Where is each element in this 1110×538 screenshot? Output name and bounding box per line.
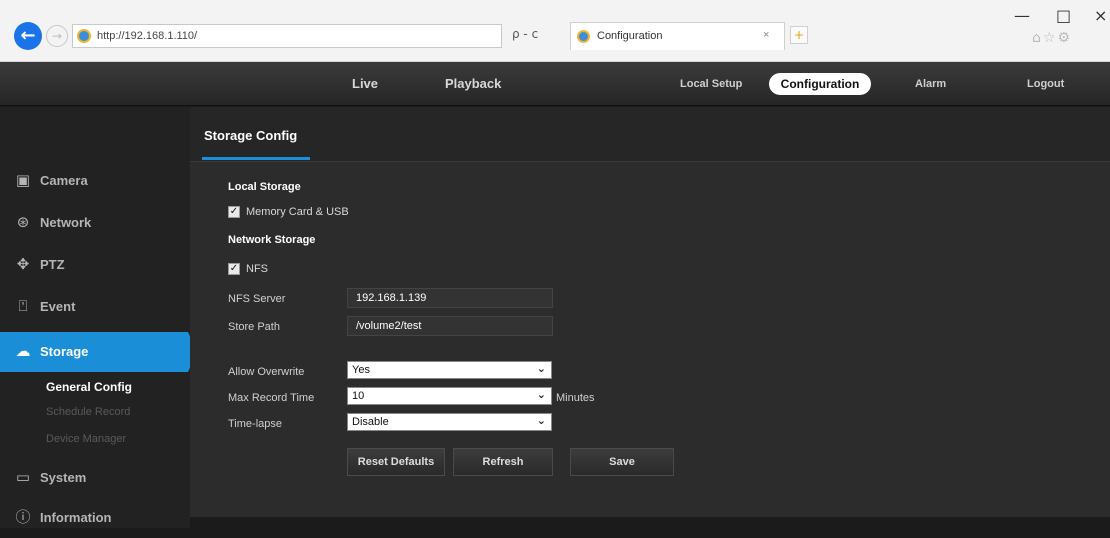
browser-logo-icon — [77, 29, 91, 43]
sidebar-item-network[interactable]: ⊛ Network — [0, 203, 190, 243]
store-path-field[interactable]: /volume2/test — [347, 316, 553, 336]
nav-local-setup[interactable]: Local Setup — [680, 78, 742, 90]
allow-overwrite-label: Allow Overwrite — [228, 366, 305, 378]
network-storage-heading: Network Storage — [228, 234, 316, 246]
max-record-time-select[interactable]: 10 ⌄ — [347, 387, 552, 405]
sidebar-item-label: Event — [40, 299, 76, 314]
event-icon: ⍞ — [18, 297, 28, 315]
memory-card-label: Memory Card & USB — [246, 206, 349, 218]
sidebar-item-camera[interactable]: ▣ Camera — [0, 161, 190, 201]
nfs-checkbox[interactable]: ✓ — [228, 263, 240, 275]
camera-icon: ▣ — [15, 171, 31, 189]
sidebar-sub-schedule-record[interactable]: Schedule Record — [46, 406, 130, 418]
sidebar-item-label: Storage — [40, 344, 89, 359]
top-navigation: Live Playback Local Setup Configuration … — [0, 62, 1110, 106]
sidebar-item-label: Information — [40, 510, 112, 525]
sidebar-item-label: Network — [40, 215, 92, 230]
timelapse-value: Disable — [352, 416, 389, 428]
nfs-server-field[interactable]: 192.168.1.139 — [347, 288, 553, 308]
nfs-server-label: NFS Server — [228, 293, 286, 305]
network-icon: ⊛ — [16, 213, 30, 231]
reset-defaults-button[interactable]: Reset Defaults — [347, 448, 445, 476]
sidebar-item-information[interactable]: ⓘ Information — [0, 498, 190, 538]
sidebar-item-label: PTZ — [40, 257, 65, 272]
sidebar-item-event[interactable]: ⍞ Event — [0, 287, 190, 327]
title-underline — [202, 157, 310, 160]
nav-logout[interactable]: Logout — [1027, 78, 1064, 90]
browser-tab[interactable]: Configuration × — [570, 22, 785, 50]
new-tab-icon[interactable]: + — [790, 26, 808, 44]
main-panel: Storage Config Local Storage ✓ Memory Ca… — [190, 107, 1110, 517]
allow-overwrite-select[interactable]: Yes ⌄ — [347, 361, 552, 379]
minimize-icon[interactable]: — — [1014, 6, 1030, 25]
ptz-icon: ✥ — [16, 255, 30, 273]
minutes-unit: Minutes — [556, 392, 595, 404]
save-button[interactable]: Save — [570, 448, 674, 476]
maximize-icon[interactable]: □ — [1056, 6, 1071, 25]
address-text[interactable]: http://192.168.1.110/ — [97, 30, 197, 42]
allow-overwrite-value: Yes — [352, 364, 370, 376]
system-icon: ▭ — [15, 468, 31, 486]
arrow-right-icon[interactable]: → — [46, 25, 68, 47]
nav-live[interactable]: Live — [352, 76, 378, 91]
store-path-label: Store Path — [228, 321, 280, 333]
timelapse-label: Time-lapse — [228, 418, 282, 430]
sidebar-item-label: Camera — [40, 173, 88, 188]
browser-toolbar: ← → http://192.168.1.110/ ρ - c Configur… — [0, 0, 1110, 62]
close-icon[interactable]: × — [1094, 6, 1107, 25]
information-icon: ⓘ — [15, 508, 31, 526]
timelapse-select[interactable]: Disable ⌄ — [347, 413, 552, 431]
max-record-time-value: 10 — [352, 390, 365, 402]
tab-logo-icon — [577, 30, 590, 43]
local-storage-heading: Local Storage — [228, 181, 301, 193]
tab-close-icon[interactable]: × — [763, 29, 769, 41]
nav-configuration[interactable]: Configuration — [769, 73, 871, 95]
address-bar[interactable]: http://192.168.1.110/ — [72, 24, 502, 48]
sidebar-item-storage[interactable]: ☁ Storage — [0, 332, 188, 372]
chevron-down-icon: ⌄ — [536, 362, 546, 375]
tab-title: Configuration — [597, 30, 663, 42]
chevron-down-icon: ⌄ — [536, 414, 546, 427]
sidebar-item-system[interactable]: ▭ System — [0, 458, 190, 498]
storage-icon: ☁ — [15, 342, 31, 360]
favorites-icons[interactable]: ⌂☆⚙ — [1032, 30, 1072, 46]
memory-card-checkbox[interactable]: ✓ — [228, 206, 240, 218]
sidebar-item-ptz[interactable]: ✥ PTZ — [0, 245, 190, 285]
sidebar-sub-device-manager[interactable]: Device Manager — [46, 433, 126, 445]
search-refresh-icon[interactable]: ρ - c — [512, 27, 538, 41]
refresh-button[interactable]: Refresh — [453, 448, 553, 476]
nfs-label: NFS — [246, 263, 268, 275]
chevron-down-icon: ⌄ — [536, 388, 546, 401]
nav-alarm[interactable]: Alarm — [915, 78, 946, 90]
arrow-left-icon[interactable]: ← — [14, 22, 42, 50]
nav-playback[interactable]: Playback — [445, 76, 501, 91]
sidebar-sub-general-config[interactable]: General Config — [46, 380, 132, 394]
sidebar-item-label: System — [40, 470, 87, 485]
page-header: Storage Config — [190, 107, 1110, 162]
page-title: Storage Config — [204, 128, 298, 143]
max-record-time-label: Max Record Time — [228, 392, 315, 404]
